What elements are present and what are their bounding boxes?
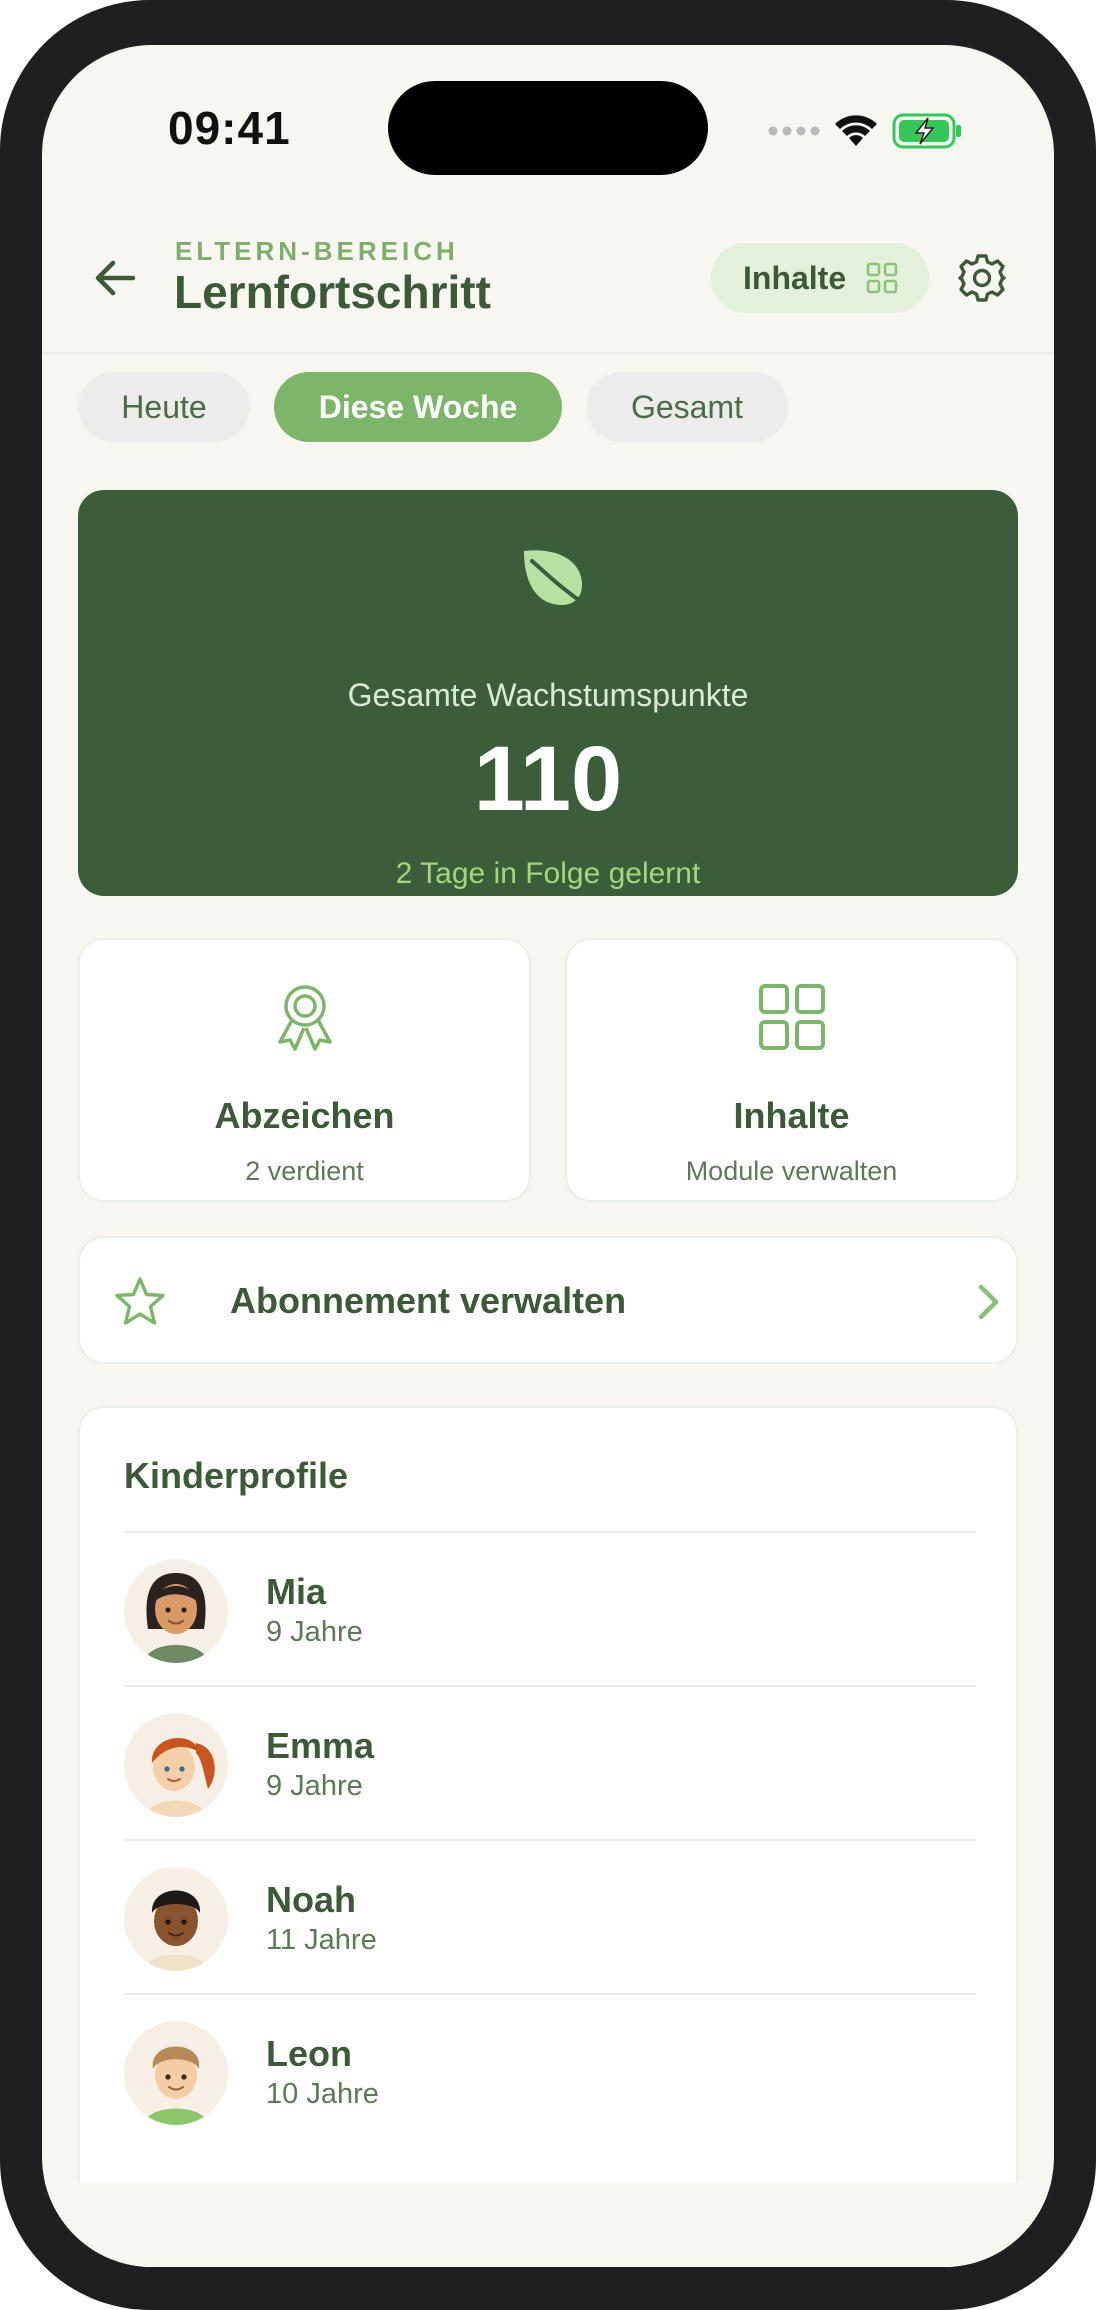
profile-row-leon[interactable]: Leon 10 Jahre bbox=[124, 1995, 976, 2150]
header-eyebrow: ELTERN-BEREICH bbox=[175, 236, 459, 266]
badges-subtitle: 2 verdient bbox=[245, 1156, 364, 1186]
manage-subscription-row[interactable]: Abonnement verwalten bbox=[78, 1236, 1018, 1364]
badges-title: Abzeichen bbox=[214, 1095, 395, 1136]
profile-age: 9 Jahre bbox=[266, 1616, 363, 1648]
wifi-icon bbox=[835, 115, 877, 146]
growth-points-label: Gesamte Wachstumspunkte bbox=[347, 677, 749, 713]
profile-row-mia[interactable]: Mia 9 Jahre bbox=[124, 1533, 976, 1688]
growth-points-value: 110 bbox=[473, 728, 623, 830]
settings-button[interactable] bbox=[955, 251, 1009, 305]
grid-icon bbox=[866, 262, 898, 294]
battery-charging-icon bbox=[892, 113, 961, 149]
content-subtitle: Module verwalten bbox=[685, 1156, 898, 1186]
profile-name: Mia bbox=[266, 1571, 327, 1612]
streak-text: 2 Tage in Folge gelernt bbox=[395, 857, 701, 890]
profile-age: 10 Jahre bbox=[266, 2078, 379, 2110]
content-card[interactable]: Inhalte Module verwalten bbox=[565, 938, 1018, 1202]
star-icon bbox=[115, 1277, 165, 1325]
header-divider bbox=[42, 352, 1054, 354]
tab-diese-woche[interactable]: Diese Woche bbox=[274, 372, 562, 442]
tab-heute[interactable]: Heute bbox=[78, 372, 250, 442]
badges-card[interactable]: Abzeichen 2 verdient bbox=[78, 938, 531, 1202]
profile-row-noah[interactable]: Noah 11 Jahre bbox=[124, 1841, 976, 1996]
content-button[interactable]: Inhalte bbox=[711, 243, 929, 313]
avatar-emma bbox=[124, 1713, 228, 1817]
status-time: 09:41 bbox=[168, 102, 291, 154]
child-profiles-card: Kinderprofile Mia 9 Jahre Emma 9 Jahre N… bbox=[78, 1406, 1018, 2267]
avatar-mia bbox=[124, 1559, 228, 1663]
page-title: Lernfortschritt bbox=[174, 266, 491, 318]
profile-name: Leon bbox=[266, 2033, 352, 2074]
gear-icon bbox=[958, 254, 1006, 302]
avatar-noah bbox=[124, 1867, 228, 1971]
badge-ribbon-icon bbox=[277, 985, 332, 1051]
profile-age: 9 Jahre bbox=[266, 1770, 363, 1802]
device-frame: 09:41 ELTERN-BEREICH Lernfortschritt Inh… bbox=[0, 0, 1096, 2310]
child-profiles-title: Kinderprofile bbox=[124, 1455, 349, 1496]
tab-gesamt[interactable]: Gesamt bbox=[586, 372, 788, 442]
profile-row-emma[interactable]: Emma 9 Jahre bbox=[124, 1687, 976, 1842]
profile-name: Emma bbox=[266, 1725, 375, 1766]
bottom-fade bbox=[42, 2182, 1054, 2267]
grid-icon bbox=[758, 984, 825, 1050]
chevron-right-icon bbox=[978, 1284, 999, 1320]
growth-points-card: Gesamte Wachstumspunkte 110 2 Tage in Fo… bbox=[78, 490, 1018, 896]
profile-name: Noah bbox=[266, 1879, 356, 1920]
manage-subscription-label: Abonnement verwalten bbox=[230, 1280, 627, 1321]
leaf-icon bbox=[524, 550, 588, 607]
content-title: Inhalte bbox=[733, 1095, 850, 1136]
cellular-signal-icon bbox=[768, 126, 820, 136]
content-button-label: Inhalte bbox=[743, 259, 847, 296]
status-icons bbox=[768, 111, 962, 151]
app-screen: 09:41 ELTERN-BEREICH Lernfortschritt Inh… bbox=[42, 45, 1054, 2267]
back-button[interactable] bbox=[90, 253, 140, 303]
profile-age: 11 Jahre bbox=[266, 1924, 377, 1956]
dynamic-island bbox=[388, 81, 708, 175]
arrow-left-icon bbox=[95, 260, 136, 296]
avatar-leon bbox=[124, 2021, 228, 2125]
